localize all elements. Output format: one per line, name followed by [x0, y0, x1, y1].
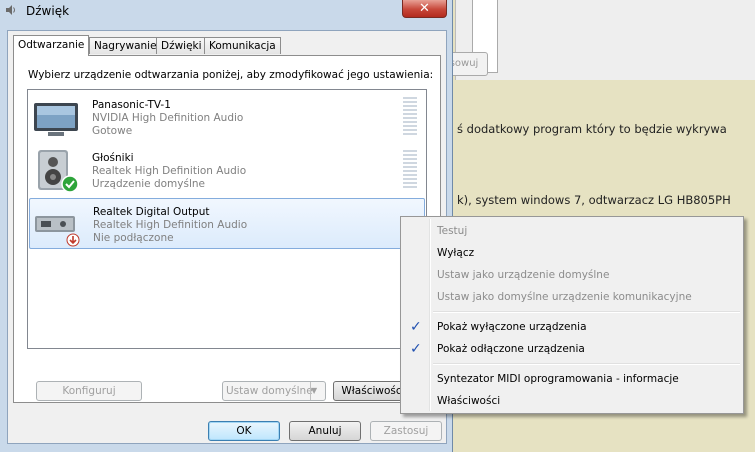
background-text-line-1: ś dodatkowy program który to będzie wykr… [457, 122, 727, 136]
title-bar[interactable]: Dźwięk ✕ [0, 0, 452, 22]
background-window [455, 0, 755, 80]
menu-item-label: Syntezator MIDI oprogramowania - informa… [437, 373, 679, 385]
checkmark-icon: ✓ [410, 341, 422, 357]
menu-item-midi-info[interactable]: Syntezator MIDI oprogramowania - informa… [403, 368, 741, 390]
volume-meter [403, 97, 417, 137]
tv-icon [34, 103, 78, 136]
digital-output-icon [35, 216, 80, 247]
sound-dialog: Dźwięk ✕ Odtwarzanie Nagrywanie Dźwięki … [0, 0, 453, 452]
chevron-down-icon[interactable]: ▼ [310, 382, 325, 400]
tab-communication[interactable]: Komunikacja [204, 37, 281, 54]
apply-button[interactable]: Zastosuj [370, 421, 442, 441]
cancel-button[interactable]: Anuluj [289, 421, 361, 441]
window-title: Dźwięk [26, 4, 70, 18]
device-name: Panasonic-TV-1 [92, 99, 171, 111]
menu-item-label: Pokaż odłączone urządzenia [437, 343, 585, 355]
menu-item-show-disabled[interactable]: ✓ Pokaż wyłączone urządzenia [403, 316, 741, 338]
device-description: Realtek High Definition Audio [92, 165, 247, 177]
speaker-icon [38, 150, 79, 193]
menu-item-properties[interactable]: Właściwości [403, 390, 741, 412]
close-button[interactable]: ✕ [402, 0, 447, 18]
device-status: Nie podłączone [93, 232, 174, 244]
device-item-panasonic-tv[interactable]: Panasonic-TV-1 NVIDIA High Definition Au… [29, 92, 425, 143]
menu-item-set-default-communication[interactable]: Ustaw jako domyślne urządzenie komunikac… [403, 286, 741, 308]
device-status: Urządzenie domyślne [92, 178, 205, 190]
menu-item-label: Ustaw jako domyślne urządzenie komunikac… [437, 291, 692, 303]
menu-separator [433, 311, 740, 313]
instruction-text: Wybierz urządzenie odtwarzania poniżej, … [28, 69, 434, 81]
device-status: Gotowe [92, 125, 133, 137]
menu-item-label: Testuj [437, 225, 468, 237]
menu-separator [433, 363, 740, 365]
menu-item-disable[interactable]: Wyłącz [403, 242, 741, 264]
menu-item-show-disconnected[interactable]: ✓ Pokaż odłączone urządzenia [403, 338, 741, 360]
checkmark-icon: ✓ [410, 319, 422, 335]
menu-item-set-default[interactable]: Ustaw jako urządzenie domyślne [403, 264, 741, 286]
menu-item-label: Wyłącz [437, 247, 475, 259]
menu-item-label: Pokaż wyłączone urządzenia [437, 321, 587, 333]
menu-item-label: Ustaw jako urządzenie domyślne [437, 269, 610, 281]
playback-panel: Wybierz urządzenie odtwarzania poniżej, … [13, 55, 441, 403]
context-menu: Testuj Wyłącz Ustaw jako urządzenie domy… [400, 216, 744, 414]
device-name: Głośniki [92, 152, 134, 164]
device-item-realtek-digital-output[interactable]: Realtek Digital Output Realtek High Defi… [29, 198, 425, 249]
volume-meter [403, 150, 417, 190]
tab-sounds[interactable]: Dźwięki [156, 37, 207, 54]
menu-item-label: Właściwości [437, 395, 501, 407]
tab-recording[interactable]: Nagrywanie [89, 37, 162, 54]
device-name: Realtek Digital Output [93, 206, 210, 218]
dialog-content: Odtwarzanie Nagrywanie Dźwięki Komunikac… [7, 30, 447, 444]
device-description: Realtek High Definition Audio [93, 219, 248, 231]
tab-playback[interactable]: Odtwarzanie [13, 35, 90, 56]
background-text-line-2: k), system windows 7, odtwarzacz LG HB80… [457, 193, 731, 207]
menu-item-test[interactable]: Testuj [403, 220, 741, 242]
device-item-speakers[interactable]: Głośniki Realtek High Definition Audio U… [29, 145, 425, 196]
speaker-icon [6, 5, 15, 15]
configure-button[interactable]: Konfiguruj [36, 381, 142, 401]
device-list[interactable]: Panasonic-TV-1 NVIDIA High Definition Au… [27, 89, 427, 349]
set-default-button[interactable]: Ustaw domyślne ▼ [222, 381, 326, 401]
device-description: NVIDIA High Definition Audio [92, 112, 244, 124]
default-check-icon [61, 175, 79, 193]
set-default-label: Ustaw domyślne [226, 385, 313, 397]
ok-button[interactable]: OK [208, 421, 280, 441]
